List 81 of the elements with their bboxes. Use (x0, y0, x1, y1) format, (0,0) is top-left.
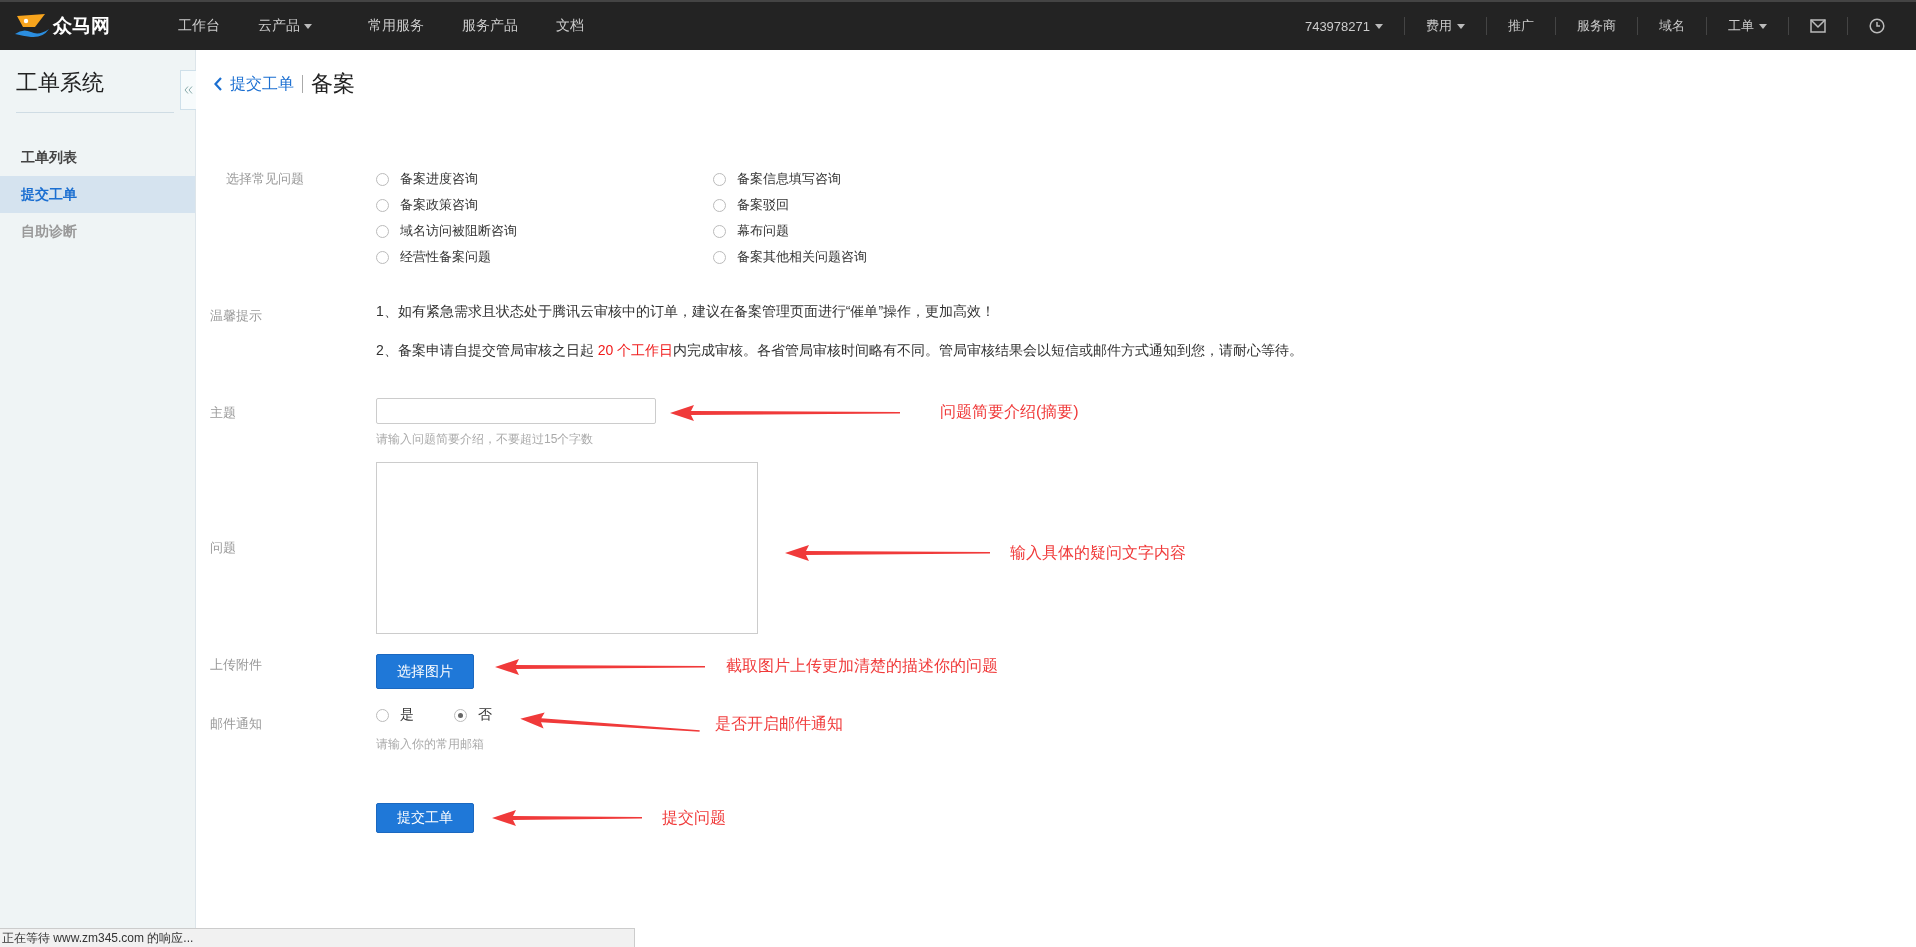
nav-link[interactable]: 域名 (1637, 17, 1706, 35)
radio-button[interactable] (713, 250, 726, 264)
radio-button[interactable] (454, 708, 467, 722)
logo-text[interactable]: 众马网 (53, 13, 110, 39)
radio-option[interactable]: 备案进度咨询 (376, 170, 713, 188)
caret-icon (1759, 23, 1767, 29)
submit-button[interactable]: 提交工单 (376, 803, 474, 833)
mail-icon[interactable] (1810, 19, 1826, 33)
option-label: 备案进度咨询 (400, 170, 478, 188)
radio-option[interactable]: 备案信息填写咨询 (713, 170, 1050, 188)
radio-option[interactable]: 经营性备案问题 (376, 248, 713, 266)
caret-icon (1457, 23, 1465, 29)
arrow-icon (670, 403, 900, 422)
radio-option[interactable]: 备案政策咨询 (376, 196, 713, 214)
field-label: 选择常见问题 (225, 170, 305, 188)
arrow-icon (495, 657, 705, 676)
annotation-text: 提交问题 (662, 807, 726, 828)
option-label: 是 (400, 706, 414, 724)
logo-icon[interactable] (15, 13, 51, 39)
double-chevron-icon (184, 86, 193, 94)
radio-button[interactable] (713, 172, 726, 186)
option-label: 域名访问被阻断咨询 (400, 222, 517, 240)
option-label: 备案其他相关问题咨询 (737, 248, 867, 266)
option-label: 幕布问题 (737, 222, 789, 240)
caret-icon (304, 23, 312, 29)
radio-button[interactable] (713, 224, 726, 238)
sidebar-item[interactable]: 工单列表 (0, 139, 195, 176)
radio-button[interactable] (376, 250, 389, 264)
tip-text: 1、如有紧急需求且状态处于腾讯云审核中的订单，建议在备案管理页面进行“催单”操作，更加高效！ (376, 303, 997, 321)
field-hint: 请输入问题简要介绍，不要超过15个字数 (376, 431, 595, 448)
field-label: 邮件通知 (210, 715, 263, 733)
radio-option[interactable]: 幕布问题 (713, 222, 1050, 240)
nav-link[interactable]: 云产品 (239, 17, 331, 35)
nav-link[interactable]: 工单 (1706, 17, 1788, 35)
option-label: 经营性备案问题 (400, 248, 491, 266)
nav-link[interactable]: 743978271 (1283, 17, 1404, 35)
field-label: 主题 (210, 404, 237, 422)
field-label: 温馨提示 (210, 307, 263, 325)
input-field[interactable] (376, 398, 656, 424)
back-link[interactable]: 提交工单 (214, 73, 294, 95)
option-label: 备案驳回 (737, 196, 789, 214)
nav-link[interactable]: 推广 (1486, 17, 1555, 35)
option-label: 备案政策咨询 (400, 196, 478, 214)
annotation-text: 输入具体的疑问文字内容 (1010, 542, 1186, 563)
nav-link[interactable]: 费用 (1404, 17, 1486, 35)
chevron-left-icon (214, 77, 222, 91)
radio-button[interactable] (713, 198, 726, 212)
annotation-text: 截取图片上传更加清楚的描述你的问题 (726, 656, 998, 676)
clock-icon[interactable] (1869, 18, 1885, 34)
option-label: 备案信息填写咨询 (737, 170, 841, 188)
nav-link[interactable]: 常用服务 (349, 17, 443, 35)
arrow-icon (492, 809, 642, 827)
radio-option[interactable]: 备案其他相关问题咨询 (713, 248, 1050, 266)
annotation-text: 是否开启邮件通知 (715, 714, 843, 734)
arrow-icon (785, 544, 990, 562)
annotation-text: 问题简要介绍(摘要) (940, 402, 1079, 422)
radio-button[interactable] (376, 172, 389, 186)
field-label: 问题 (210, 539, 237, 557)
radio-button[interactable] (376, 198, 389, 212)
sidebar-title: 工单系统 (16, 68, 174, 113)
choose-image-button[interactable]: 选择图片 (376, 654, 474, 689)
field-label: 上传附件 (210, 655, 263, 674)
sidebar-item[interactable]: 提交工单 (0, 176, 195, 213)
field-hint: 请输入你的常用邮箱 (376, 736, 485, 753)
nav-link[interactable]: 工作台 (159, 17, 239, 35)
caret-icon (1375, 23, 1383, 29)
tip-text: 2、备案申请自提交管局审核之日起 20 个工作日 内完成审核。各省管局审核时间略有不同。管局审核结果会以短信或邮件方式通知到您，请耐心等待。 (376, 342, 1304, 360)
nav-link[interactable]: 服务商 (1555, 17, 1637, 35)
nav-link[interactable]: 文档 (537, 17, 603, 35)
page-title: 备案 (311, 70, 355, 98)
radio-option[interactable]: 是 (376, 706, 414, 724)
radio-option[interactable]: 否 (454, 706, 492, 724)
status-text: 正在等待 www.zm345.com 的响应... (2, 931, 194, 945)
collapse-toggle[interactable] (180, 70, 196, 110)
radio-button[interactable] (376, 224, 389, 238)
nav-link[interactable]: 服务产品 (443, 17, 537, 35)
radio-button[interactable] (376, 708, 389, 722)
radio-option[interactable]: 备案驳回 (713, 196, 1050, 214)
radio-option[interactable]: 域名访问被阻断咨询 (376, 222, 713, 240)
text-area[interactable] (376, 462, 758, 634)
option-label: 否 (478, 706, 492, 724)
